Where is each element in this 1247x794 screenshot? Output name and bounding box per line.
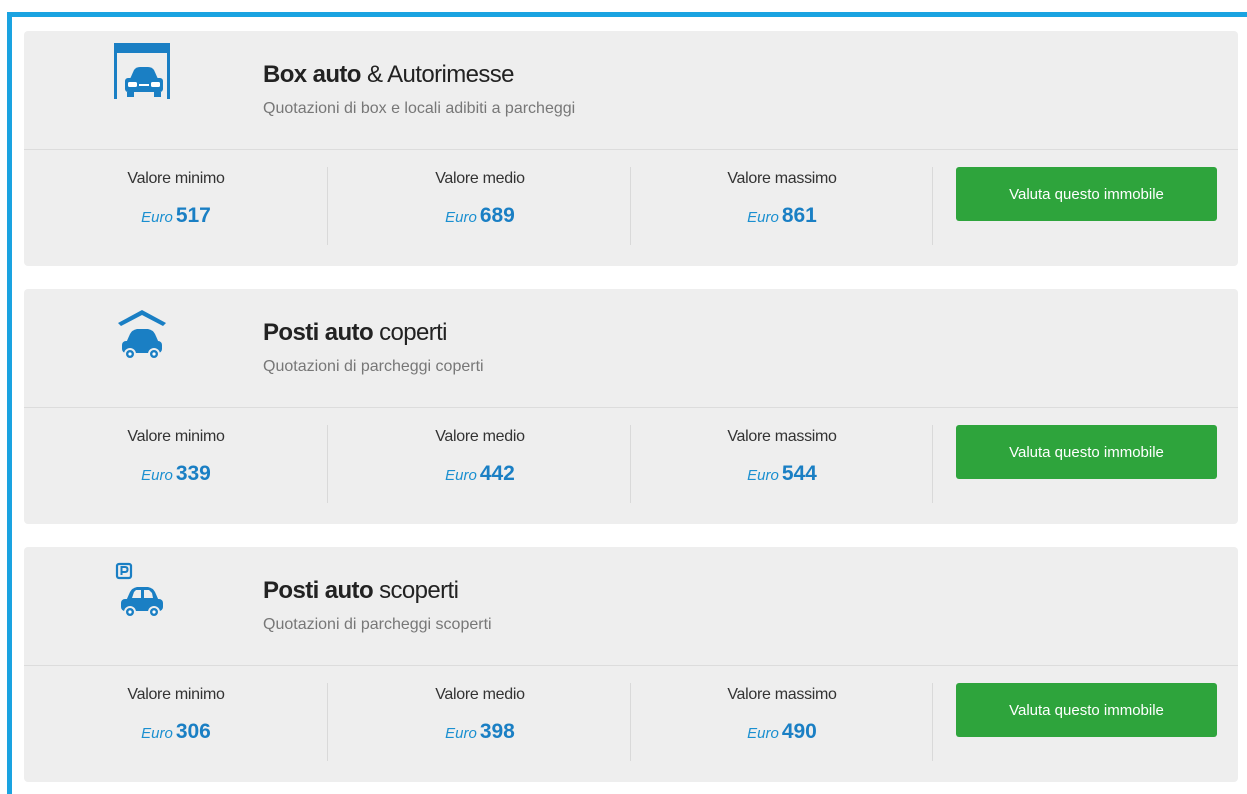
card-subtitle: Quotazioni di parcheggi coperti	[263, 358, 484, 375]
currency-label: Euro	[747, 209, 779, 226]
title-rest: & Autorimesse	[360, 61, 515, 88]
divider	[932, 167, 933, 245]
value-med-amount: 442	[479, 462, 515, 485]
card-values: Valore minimo Euro 339 Valore medio Euro 4…	[24, 408, 1238, 524]
frame-top-border	[7, 12, 1247, 17]
title-bold: Box auto	[263, 61, 361, 88]
value-med-label: Valore medio	[435, 686, 525, 703]
value-med-amount: 689	[479, 204, 515, 227]
value-med-amount: 398	[479, 720, 515, 743]
currency-label: Euro	[445, 467, 477, 484]
covered-parking-icon	[112, 299, 172, 361]
value-med: Valore medio Euro 398	[328, 686, 632, 744]
card-title: Posti auto coperti	[263, 319, 448, 347]
divider	[932, 425, 933, 503]
card-posti-auto-scoperti: Posti auto scoperti Quotazioni di parche…	[24, 547, 1238, 782]
value-max-label: Valore massimo	[727, 686, 837, 703]
currency-label: Euro	[141, 467, 173, 484]
value-max-label: Valore massimo	[727, 428, 837, 445]
value-min-amount: 306	[175, 720, 211, 743]
currency-label: Euro	[141, 725, 173, 742]
value-min-amount: 339	[175, 462, 211, 485]
divider	[932, 683, 933, 761]
currency-label: Euro	[445, 209, 477, 226]
valuta-immobile-button[interactable]: Valuta questo immobile	[956, 167, 1217, 221]
value-max-amount: 490	[781, 720, 817, 743]
value-max-amount: 861	[781, 204, 817, 227]
card-values: Valore minimo Euro 517 Valore medio Euro 6…	[24, 150, 1238, 266]
card-header: Posti auto coperti Quotazioni di parcheg…	[24, 289, 1238, 408]
value-min: Valore minimo Euro 339	[24, 428, 328, 486]
title-rest: coperti	[373, 319, 447, 346]
value-min: Valore minimo Euro 306	[24, 686, 328, 744]
currency-label: Euro	[445, 725, 477, 742]
value-max: Valore massimo Euro 544	[630, 428, 934, 486]
value-min-amount: 517	[175, 204, 211, 227]
card-header: Box auto & Autorimesse Quotazioni di box…	[24, 31, 1238, 150]
value-med: Valore medio Euro 442	[328, 428, 632, 486]
valuta-immobile-button[interactable]: Valuta questo immobile	[956, 425, 1217, 479]
currency-label: Euro	[747, 467, 779, 484]
title-bold: Posti auto	[263, 577, 374, 604]
value-min-label: Valore minimo	[127, 170, 225, 187]
open-parking-icon	[112, 557, 172, 619]
value-max-amount: 544	[781, 462, 817, 485]
value-max: Valore massimo Euro 861	[630, 170, 934, 228]
frame-left-border	[7, 12, 12, 794]
value-max-label: Valore massimo	[727, 170, 837, 187]
title-rest: scoperti	[373, 577, 459, 604]
value-min-label: Valore minimo	[127, 428, 225, 445]
card-posti-auto-coperti: Posti auto coperti Quotazioni di parcheg…	[24, 289, 1238, 524]
title-bold: Posti auto	[263, 319, 374, 346]
card-subtitle: Quotazioni di parcheggi scoperti	[263, 616, 492, 633]
value-med-label: Valore medio	[435, 428, 525, 445]
garage-car-icon	[112, 41, 172, 103]
value-med: Valore medio Euro 689	[328, 170, 632, 228]
value-min: Valore minimo Euro 517	[24, 170, 328, 228]
currency-label: Euro	[747, 725, 779, 742]
card-values: Valore minimo Euro 306 Valore medio Euro 3…	[24, 666, 1238, 782]
card-title: Box auto & Autorimesse	[263, 61, 514, 89]
card-box-auto: Box auto & Autorimesse Quotazioni di box…	[24, 31, 1238, 266]
card-title: Posti auto scoperti	[263, 577, 459, 605]
card-subtitle: Quotazioni di box e locali adibiti a par…	[263, 100, 576, 117]
value-med-label: Valore medio	[435, 170, 525, 187]
valuta-immobile-button[interactable]: Valuta questo immobile	[956, 683, 1217, 737]
value-min-label: Valore minimo	[127, 686, 225, 703]
value-max: Valore massimo Euro 490	[630, 686, 934, 744]
card-header: Posti auto scoperti Quotazioni di parche…	[24, 547, 1238, 666]
currency-label: Euro	[141, 209, 173, 226]
